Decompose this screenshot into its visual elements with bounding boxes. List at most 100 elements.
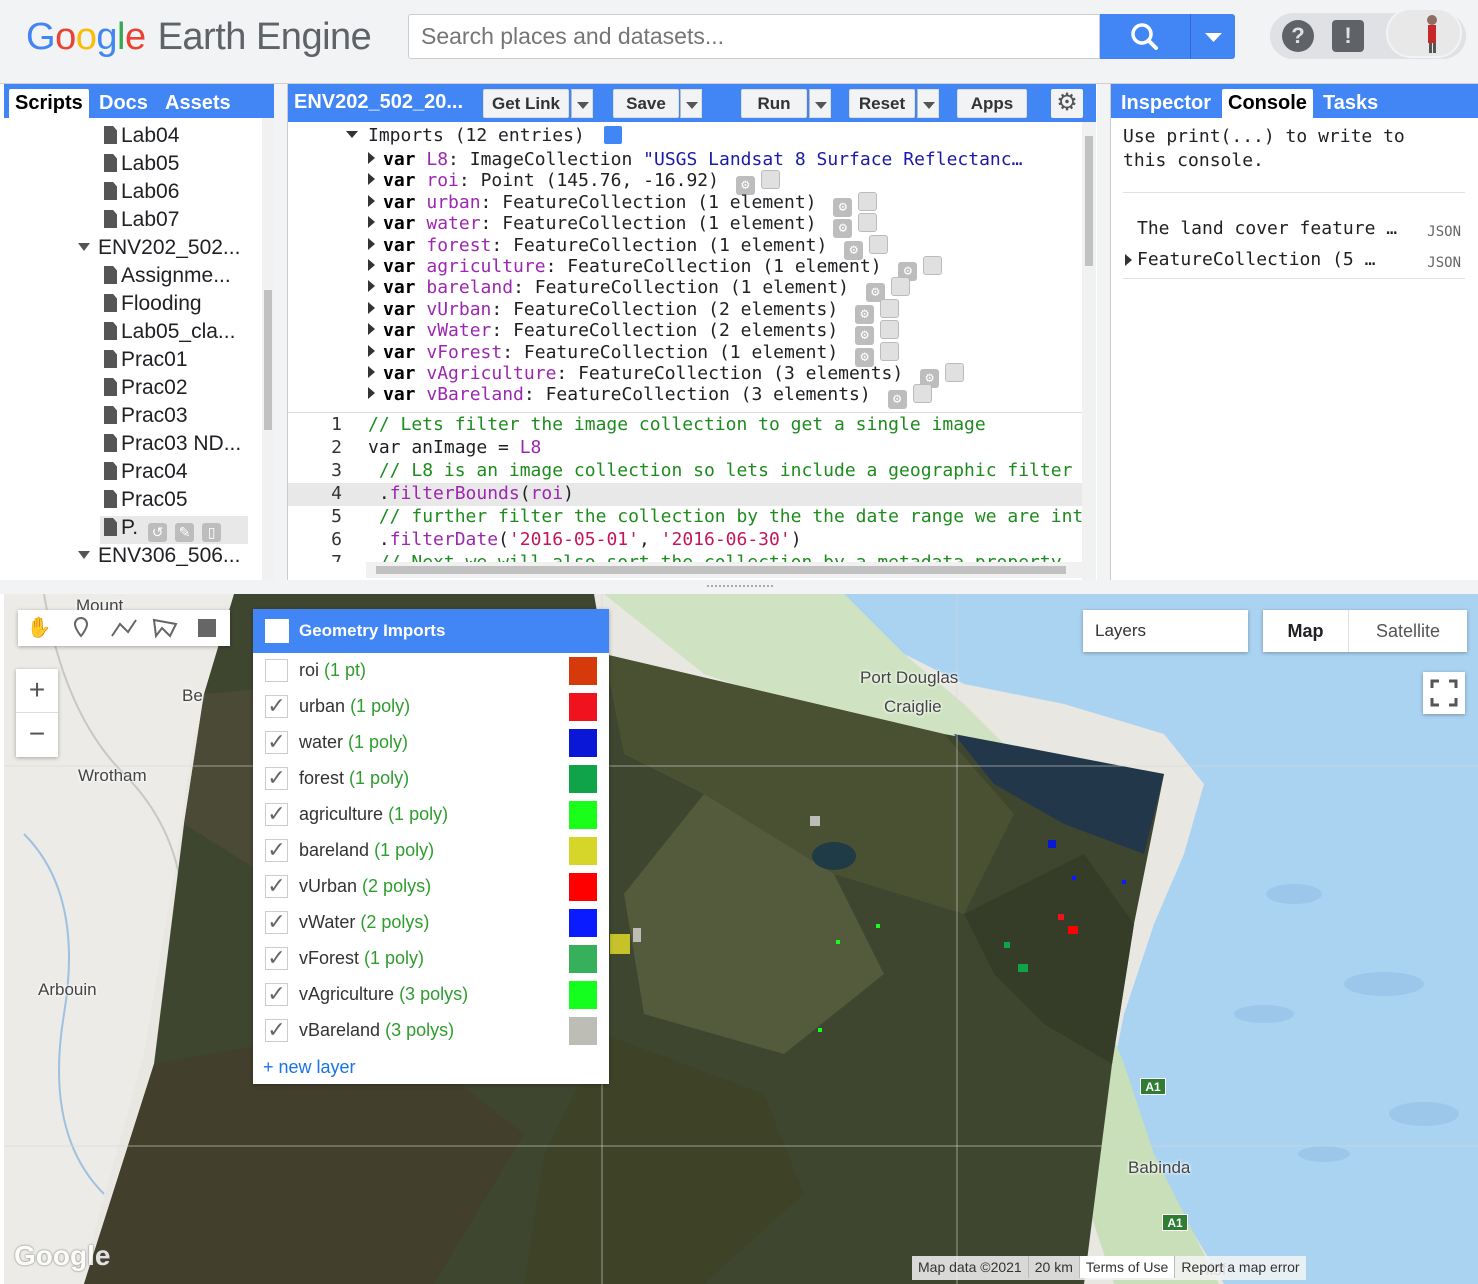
expand-caret-icon[interactable]	[368, 387, 375, 400]
script-file[interactable]: Prac05	[104, 488, 188, 516]
select-all-checkbox[interactable]	[265, 619, 289, 643]
run-dropdown[interactable]	[809, 89, 831, 118]
history-icon[interactable]: ↺	[148, 523, 168, 542]
layer-color-swatch[interactable]	[569, 765, 597, 793]
layer-color-swatch[interactable]	[569, 873, 597, 901]
geometry-layer-row[interactable]: ✓ agriculture (1 poly)	[253, 797, 609, 833]
target-icon[interactable]	[858, 213, 878, 233]
import-name[interactable]: vAgriculture	[426, 363, 556, 384]
layer-name[interactable]: vForest (1 poly)	[299, 948, 424, 969]
rectangle-tool-icon[interactable]	[186, 610, 228, 646]
expand-caret-icon[interactable]	[368, 152, 375, 164]
avatar[interactable]	[1386, 8, 1462, 58]
geometry-imports-header[interactable]: Geometry Imports	[253, 609, 609, 653]
target-icon[interactable]	[923, 256, 943, 275]
target-icon[interactable]	[912, 384, 932, 404]
script-file[interactable]: Flooding	[104, 292, 202, 320]
geometry-layer-row[interactable]: ✓ forest (1 poly)	[253, 761, 609, 797]
code-line[interactable]: 7 // Next we will also sort the collecti…	[288, 552, 1082, 562]
layer-name[interactable]: water (1 poly)	[299, 732, 408, 753]
import-entry[interactable]: var vUrban: FeatureCollection (2 element…	[368, 298, 900, 324]
reset-dropdown[interactable]	[917, 89, 939, 118]
script-file[interactable]: Prac01	[104, 348, 188, 376]
import-name[interactable]: vWater	[426, 320, 491, 341]
scale-bar[interactable]: 20 km	[1029, 1256, 1080, 1278]
expand-caret-icon[interactable]	[368, 259, 375, 271]
expand-caret-icon[interactable]	[368, 344, 375, 357]
layer-color-swatch[interactable]	[569, 1017, 597, 1045]
import-entry[interactable]: var bareland: FeatureCollection (1 eleme…	[368, 277, 910, 303]
import-name[interactable]: vBareland	[426, 384, 524, 405]
layer-checkbox[interactable]: ✓	[265, 803, 288, 826]
layer-checkbox[interactable]: ✓	[265, 695, 288, 718]
marker-icon[interactable]	[60, 610, 102, 646]
import-entry[interactable]: var forest: FeatureCollection (1 element…	[368, 234, 889, 260]
import-name[interactable]: urban	[426, 192, 480, 213]
script-file[interactable]: Assignme...	[104, 264, 231, 292]
geometry-layer-row[interactable]: ✓ bareland (1 poly)	[253, 833, 609, 869]
expand-caret-icon[interactable]	[368, 301, 375, 314]
import-entry[interactable]: var agriculture: FeatureCollection (1 el…	[368, 256, 943, 281]
code-area[interactable]: 1 // Lets filter the image collection to …	[288, 412, 1082, 562]
import-name[interactable]: forest	[426, 235, 491, 256]
layer-name[interactable]: roi (1 pt)	[299, 660, 366, 681]
geometry-layer-row[interactable]: ✓ vBareland (3 polys)	[253, 1013, 609, 1049]
geometry-layer-row[interactable]: ✓ urban (1 poly)	[253, 689, 609, 725]
map-canvas[interactable]	[4, 594, 1478, 1284]
geometry-layer-row[interactable]: ✓ vAgriculture (3 polys)	[253, 977, 609, 1013]
get-link-button[interactable]: Get Link	[483, 89, 569, 118]
imports-header[interactable]: Imports (12 entries)	[346, 125, 622, 146]
import-entry[interactable]: var roi: Point (145.76, -16.92) ⚙	[368, 170, 780, 196]
tab-console[interactable]: Console	[1222, 89, 1313, 118]
import-entry[interactable]: var urban: FeatureCollection (1 element)…	[368, 191, 878, 217]
script-file[interactable]: Prac04	[104, 460, 188, 488]
map-type-satellite-button[interactable]: Satellite	[1349, 610, 1467, 652]
script-file[interactable]: Lab07	[104, 208, 179, 236]
import-entry[interactable]: var vWater: FeatureCollection (2 element…	[368, 320, 900, 346]
tab-docs[interactable]: Docs	[93, 89, 154, 118]
script-tree-scrollbar[interactable]	[262, 118, 274, 580]
import-entry[interactable]: var vBareland: FeatureCollection (3 elem…	[368, 384, 932, 410]
feedback-icon[interactable]: !	[1332, 20, 1364, 52]
tab-tasks[interactable]: Tasks	[1317, 89, 1384, 118]
layer-color-swatch[interactable]	[569, 909, 597, 937]
target-icon[interactable]	[880, 298, 900, 318]
import-entry[interactable]: var vForest: FeatureCollection (1 elemen…	[368, 341, 900, 367]
layer-name[interactable]: bareland (1 poly)	[299, 840, 434, 861]
expand-caret-icon[interactable]	[368, 216, 375, 229]
console-entry[interactable]: The land cover feature … JSON	[1111, 202, 1478, 240]
import-name[interactable]: L8	[426, 149, 448, 170]
import-name[interactable]: roi	[426, 170, 459, 191]
expand-caret-icon[interactable]	[368, 237, 375, 250]
layer-name[interactable]: agriculture (1 poly)	[299, 804, 448, 825]
script-file[interactable]: P. ↺ ✎ ▯	[100, 516, 248, 544]
scrollbar-thumb[interactable]	[1085, 136, 1093, 266]
import-name[interactable]: vUrban	[426, 299, 491, 320]
import-entry[interactable]: var vAgriculture: FeatureCollection (3 e…	[368, 363, 965, 388]
geometry-layer-row[interactable]: roi (1 pt)	[253, 653, 609, 689]
script-file[interactable]: Prac02	[104, 376, 188, 404]
code-line[interactable]: 3 // L8 is an image collection so lets i…	[288, 460, 1082, 483]
hand-pan-icon[interactable]: ✋	[18, 610, 60, 646]
script-file[interactable]: Prac03 ND...	[104, 432, 241, 460]
target-icon[interactable]	[869, 234, 889, 254]
editor-horizontal-scrollbar[interactable]	[366, 562, 1082, 578]
code-line[interactable]: 5 // further filter the collection by th…	[288, 506, 1082, 529]
scrollbar-thumb[interactable]	[264, 290, 272, 430]
script-folder[interactable]: ENV306_506...	[78, 544, 240, 572]
edit-icon[interactable]: ✎	[175, 523, 195, 542]
polygon-tool-icon[interactable]	[144, 610, 186, 646]
layer-color-swatch[interactable]	[569, 837, 597, 865]
map-view[interactable]: Mount Be Wrotham Arbouin Port Douglas Cr…	[4, 594, 1478, 1284]
code-line[interactable]: 1 // Lets filter the image collection to …	[288, 414, 1082, 437]
left-splitter[interactable]	[274, 84, 287, 580]
search-button[interactable]	[1100, 14, 1190, 59]
tab-inspector[interactable]: Inspector	[1115, 89, 1217, 118]
console-entry[interactable]: FeatureCollection (5 … JSON	[1111, 234, 1478, 271]
expand-caret-icon[interactable]	[368, 366, 375, 378]
target-icon[interactable]	[880, 341, 900, 361]
target-icon[interactable]	[880, 320, 900, 340]
layer-name[interactable]: forest (1 poly)	[299, 768, 409, 789]
search-input[interactable]	[408, 14, 1100, 59]
layer-checkbox[interactable]	[265, 659, 288, 682]
